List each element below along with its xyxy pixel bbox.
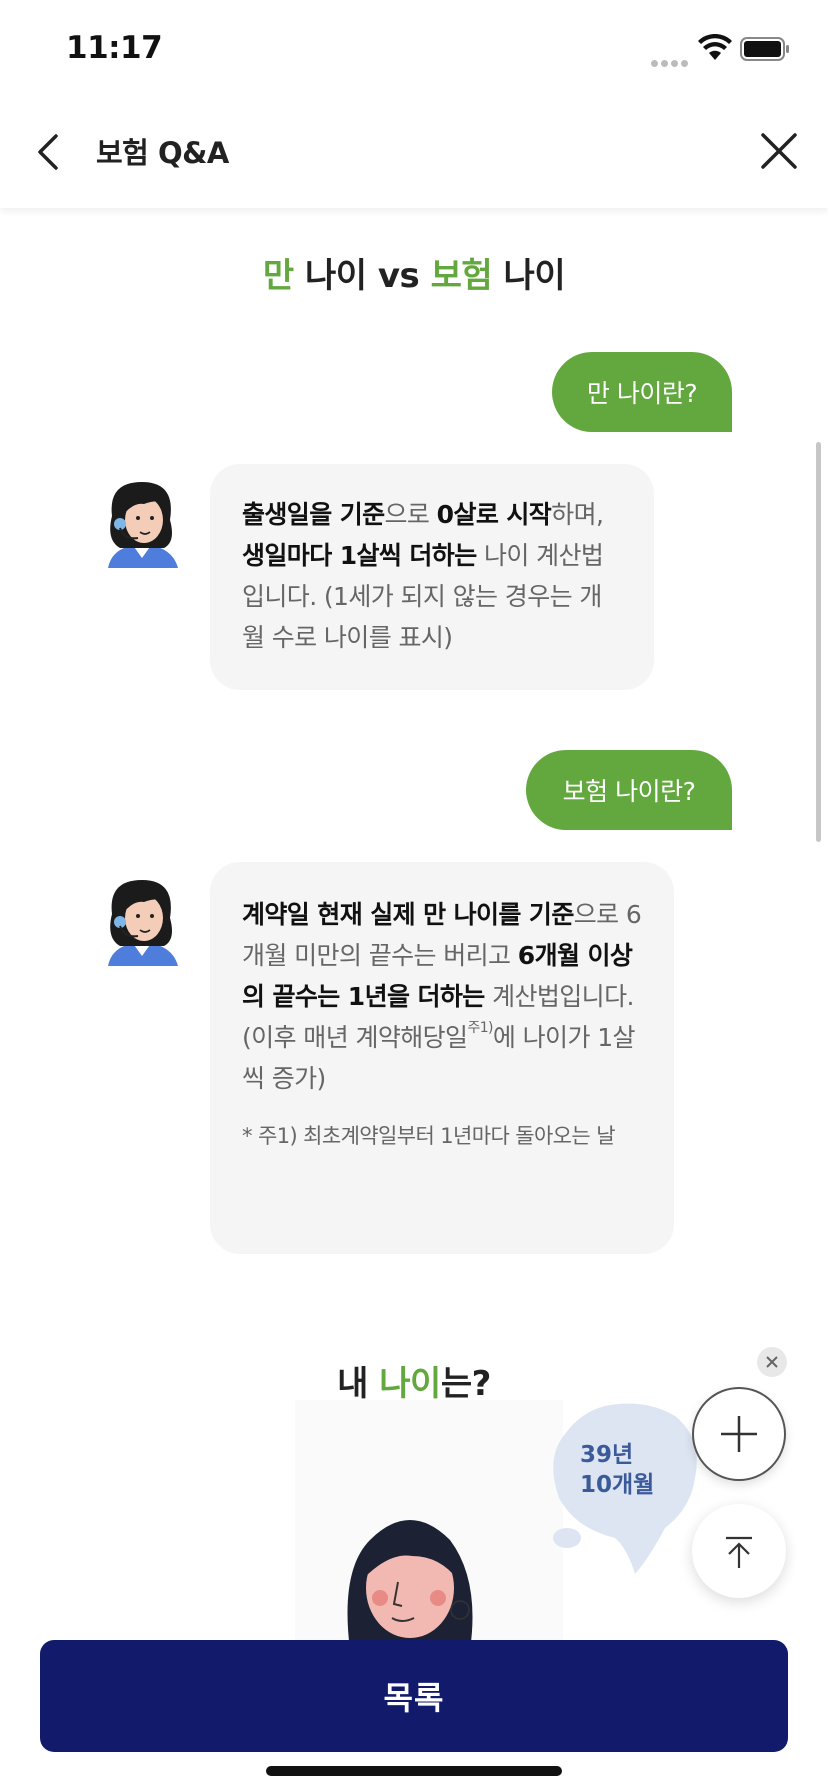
question-bubble: 만 나이란? [552,352,732,432]
woman-illustration [347,1520,473,1650]
status-time: 11:17 [66,30,163,66]
cellular-signal-icon [651,52,691,71]
title-text: 나이 vs [293,256,431,296]
age-months: 10개월 [580,1472,655,1498]
age-display: 39년 10개월 [580,1440,680,1500]
wifi-icon [698,34,732,60]
close-icon[interactable] [758,130,800,172]
back-arrow-icon[interactable] [30,128,70,176]
scroll-to-top-button[interactable] [692,1504,786,1598]
title-green-word: 나이 [379,1364,441,1404]
footnote-marker: 주1) [467,1020,493,1036]
answer-bold-text: 0살로 시작 [436,500,552,529]
status-bar: 11:17 [0,0,828,100]
header-bar: 보험 Q&A [0,100,828,208]
answer-bold-text: 출생일을 기준 [242,500,385,529]
answer-paragraph: 계약일 현재 실제 만 나이를 기준으로 6개월 미만의 끝수는 버리고 6개월… [242,894,644,1099]
page-title: 보험 Q&A [96,136,229,170]
list-button[interactable]: 목록 [40,1640,788,1752]
home-indicator [266,1766,562,1776]
close-small-icon [766,1356,778,1368]
arrow-up-icon [726,1536,752,1568]
qa-section-title: 만 나이 vs 보험 나이 [0,248,828,297]
answer-bold-text: 생일마다 1살씩 더하는 [242,541,477,570]
counselor-avatar [108,880,178,966]
question-bubble: 보험 나이란? [526,750,732,830]
answer-text: 으로 [384,500,437,529]
answer-bold-text: 계약일 현재 실제 만 나이를 기준 [242,900,574,929]
title-green-word: 보험 [430,256,493,296]
expand-menu-button[interactable] [692,1387,786,1481]
scrollbar[interactable] [816,442,821,842]
counselor-avatar [108,482,178,568]
fab-dismiss-button[interactable] [757,1347,787,1377]
title-green-word: 만 [262,256,294,296]
title-text: 는? [440,1364,492,1404]
age-years: 39년 [580,1442,634,1468]
answer-bubble: 계약일 현재 실제 만 나이를 기준으로 6개월 미만의 끝수는 버리고 6개월… [210,862,674,1254]
answer-text: 하며, [551,500,604,529]
plus-icon [721,1416,757,1452]
battery-icon [740,37,789,61]
title-text: 나이 [492,256,566,296]
title-text: 내 [337,1364,380,1404]
answer-bubble: 출생일을 기준으로 0살로 시작하며, 생일마다 1살씩 더하는 나이 계산법입… [210,464,654,690]
footnote: * 주1) 최초계약일부터 1년마다 돌아오는 날 [242,1124,616,1148]
